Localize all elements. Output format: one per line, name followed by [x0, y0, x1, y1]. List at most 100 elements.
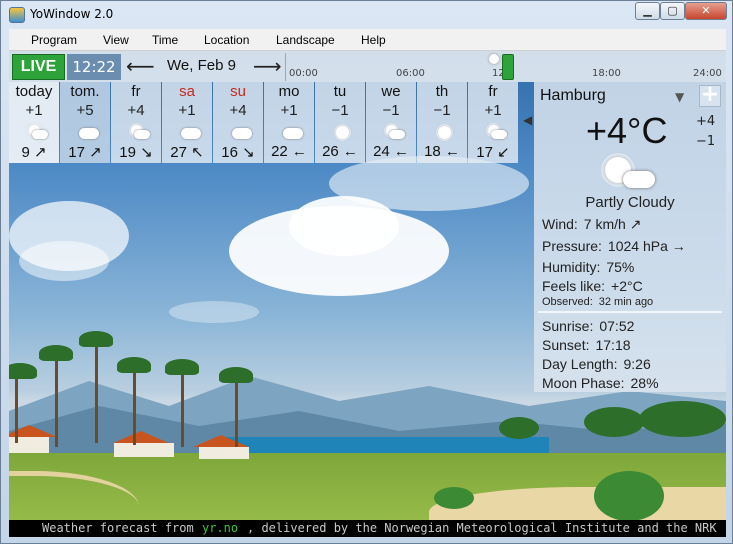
day-name: fr: [131, 83, 141, 100]
house-roof: [193, 435, 249, 447]
menu-landscape[interactable]: Landscape: [276, 33, 335, 47]
day-wind: 24 ←: [373, 143, 409, 160]
tree: [584, 407, 644, 437]
observed-row: Observed: 32 min ago: [542, 296, 653, 308]
sunset-value: 17:18: [595, 337, 631, 353]
forecast-strip: today +1 9 ↗ tom. +5 17 ↗ fr +4 19 ↘ sa …: [9, 82, 519, 163]
sunrise-value: 07:52: [599, 318, 635, 334]
house-roof: [113, 431, 169, 443]
cloud-icon: [77, 125, 99, 139]
day-wind: 26 ←: [322, 143, 358, 160]
sky-cloud: [169, 301, 259, 323]
day-wind: 16 ↘: [221, 144, 255, 161]
observed-label: Observed:: [542, 296, 593, 308]
moon-phase-row: Moon Phase: 28%: [542, 375, 659, 391]
day-length-label: Day Length:: [542, 356, 618, 372]
forecast-day[interactable]: sa +1 27 ↖: [162, 82, 212, 163]
menu-location[interactable]: Location: [204, 33, 249, 47]
forecast-day[interactable]: tom. +5 17 ↗: [60, 82, 110, 163]
sun-icon: [332, 125, 352, 139]
status-bar: Weather forecast from yr.no , delivered …: [9, 520, 726, 537]
observed-value: 32 min ago: [598, 296, 654, 308]
day-temp: +1: [25, 102, 43, 119]
forecast-day[interactable]: tu −1 26 ←: [315, 82, 365, 163]
forecast-day[interactable]: su +4 16 ↘: [213, 82, 263, 163]
humidity-label: Humidity:: [542, 259, 601, 275]
day-temp: +5: [76, 102, 94, 119]
day-name: tu: [333, 83, 347, 100]
prev-day-arrow-icon[interactable]: ⟵: [126, 54, 155, 78]
current-temperature: +4°C: [586, 110, 668, 151]
palm-leaves: [165, 359, 199, 375]
forecast-day[interactable]: mo +1 22 ←: [264, 82, 314, 163]
day-length-value: 9:26: [623, 356, 651, 372]
title-bar[interactable]: YoWindow 2.0 ▁ ▢ ✕: [1, 1, 732, 28]
timeline-tick: 06:00: [396, 68, 425, 79]
next-day-arrow-icon[interactable]: ⟶: [253, 54, 282, 78]
day-wind: 17 ↗: [68, 144, 102, 161]
day-name: we: [381, 83, 401, 100]
day-name: fr: [488, 83, 498, 100]
forecast-day[interactable]: today +1 9 ↗: [9, 82, 59, 163]
forecast-day[interactable]: fr +1 17 ↙: [468, 82, 518, 163]
day-temp: −1: [331, 102, 349, 119]
tree: [639, 401, 726, 437]
wind-row: Wind: 7 km/h ↗: [542, 216, 641, 233]
forecast-day[interactable]: we −1 24 ←: [366, 82, 416, 163]
palm-leaves: [117, 357, 151, 373]
sun-cloud-icon: [26, 125, 48, 139]
forecast-day[interactable]: th −1 18 ←: [417, 82, 467, 163]
wind-label: Wind:: [542, 216, 578, 232]
maximize-button[interactable]: ▢: [660, 2, 685, 20]
day-wind: 19 ↘: [119, 144, 153, 161]
palm-leaves: [219, 367, 253, 383]
agave-plant: [434, 487, 474, 509]
app-window: YoWindow 2.0 ▁ ▢ ✕ Program View Time Loc…: [0, 0, 733, 544]
day-name: today: [15, 83, 53, 100]
palm-trunk: [235, 377, 238, 447]
pressure-label: Pressure:: [542, 238, 602, 254]
day-name: sa: [179, 83, 195, 100]
divider: [538, 311, 722, 313]
window-title: YoWindow 2.0: [30, 7, 114, 21]
add-location-button[interactable]: +: [699, 84, 721, 107]
timeline-tick: 24:00: [693, 68, 722, 79]
time-slider-handle[interactable]: [502, 54, 514, 80]
close-button[interactable]: ✕: [685, 2, 727, 20]
day-temp: +1: [178, 102, 196, 119]
time-display[interactable]: 12:22: [67, 54, 121, 80]
palm-trunk: [133, 369, 136, 445]
feels-like-row: Feels like: +2°C: [542, 278, 643, 294]
forecast-day[interactable]: fr +4 19 ↘: [111, 82, 161, 163]
tree: [499, 417, 539, 439]
day-wind: 27 ↖: [170, 144, 204, 161]
palm-trunk: [15, 373, 18, 443]
menu-time[interactable]: Time: [152, 33, 178, 47]
menu-view[interactable]: View: [103, 33, 129, 47]
pressure-value: 1024 hPa →: [607, 238, 686, 254]
city-name[interactable]: Hamburg: [540, 87, 606, 105]
timeline-tick: 18:00: [592, 68, 621, 79]
collapse-arrow-icon[interactable]: ◀: [523, 113, 532, 127]
sun-icon: [434, 125, 454, 139]
cloud-icon: [623, 171, 655, 188]
day-name: su: [230, 83, 246, 100]
day-name: mo: [278, 83, 300, 100]
yr-no-link[interactable]: yr.no: [202, 520, 238, 537]
menu-bar: Program View Time Location Landscape Hel…: [9, 29, 726, 51]
day-name: tom.: [70, 83, 100, 100]
day-temp: −1: [382, 102, 400, 119]
live-button[interactable]: LIVE: [12, 54, 65, 80]
menu-program[interactable]: Program: [31, 33, 77, 47]
timeline-slider[interactable]: 00:00 06:00 12 18:00 24:00: [285, 53, 724, 81]
cloud-icon: [281, 125, 303, 139]
menu-help[interactable]: Help: [361, 33, 386, 47]
chevron-down-icon[interactable]: ▼: [675, 90, 684, 104]
weather-scene[interactable]: LIVE 12:22 ⟵ We, Feb 9 ⟶ 00:00 06:00 12 …: [9, 51, 726, 537]
minimize-button[interactable]: ▁: [635, 2, 660, 20]
feels-like-label: Feels like:: [542, 278, 606, 294]
sun-cloud-icon: [383, 125, 405, 139]
sunrise-row: Sunrise: 07:52: [542, 318, 634, 334]
day-temp: +1: [484, 102, 502, 119]
status-text: Weather forecast from: [42, 521, 194, 535]
